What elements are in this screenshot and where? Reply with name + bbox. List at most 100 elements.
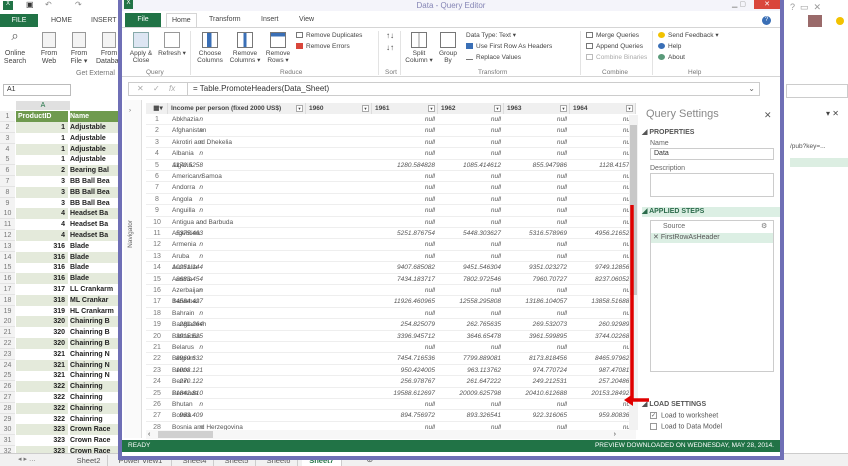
- avatar[interactable]: [808, 15, 822, 27]
- name-cell[interactable]: HL Crankarm: [70, 306, 120, 317]
- excel-row[interactable]: 7 3 BB Ball Bea: [0, 176, 120, 187]
- excel-row[interactable]: 14 316 Blade: [0, 251, 120, 263]
- tab-view[interactable]: View: [294, 13, 319, 27]
- value-cell[interactable]: null: [372, 114, 438, 125]
- value-cell[interactable]: n: [146, 114, 206, 125]
- online-search-button[interactable]: ⌕ Online Search: [2, 29, 28, 66]
- append-queries-button[interactable]: Append Queries: [586, 43, 643, 51]
- value-cell[interactable]: n: [146, 342, 206, 353]
- name-cell[interactable]: Chainring: [70, 402, 120, 414]
- value-cell[interactable]: null: [438, 205, 504, 216]
- table-row[interactable]: 28 Bosnia and Herzegovina null null null null…: [146, 422, 636, 430]
- value-cell[interactable]: null: [438, 125, 504, 136]
- product-id-cell[interactable]: 2: [16, 165, 68, 177]
- value-cell[interactable]: null: [438, 251, 504, 262]
- product-id-cell[interactable]: 3: [16, 198, 68, 209]
- remove-rows-button[interactable]: Remove Rows ▾: [264, 32, 292, 64]
- value-cell[interactable]: 13186.104057: [504, 296, 570, 307]
- value-cell[interactable]: null: [504, 308, 570, 319]
- value-cell[interactable]: null: [504, 217, 570, 228]
- sort-ascending-button[interactable]: ↑↓: [386, 32, 394, 40]
- excel-row[interactable]: 25 321 Chainring N: [0, 370, 120, 382]
- from-file-button[interactable]: From File ▾: [66, 32, 92, 66]
- data-type-dropdown[interactable]: Data Type: Text ▾: [466, 32, 516, 40]
- product-id-cell[interactable]: 1: [16, 122, 68, 133]
- apply-close-button[interactable]: Apply & Close: [126, 32, 156, 64]
- value-cell[interactable]: null: [438, 171, 504, 182]
- name-cell[interactable]: Chainring B: [70, 338, 120, 349]
- value-cell[interactable]: 1280.584828: [372, 160, 438, 171]
- name-cell[interactable]: BB Ball Bea: [70, 176, 120, 187]
- value-cell[interactable]: null: [504, 251, 570, 262]
- table-row[interactable]: 8 Angola null null null null n: [146, 194, 636, 206]
- value-cell[interactable]: n: [146, 285, 206, 296]
- value-cell[interactable]: 894.756972: [372, 410, 438, 421]
- value-cell[interactable]: 959.808368: [570, 410, 636, 421]
- value-cell[interactable]: null: [372, 251, 438, 262]
- load-to-worksheet-checkbox[interactable]: ✓ Load to worksheet: [650, 412, 718, 419]
- value-cell[interactable]: n: [146, 182, 206, 193]
- checkbox-unchecked[interactable]: [650, 423, 657, 430]
- value-cell[interactable]: null: [372, 194, 438, 205]
- value-cell[interactable]: n: [146, 422, 206, 430]
- excel-row[interactable]: 17 317 LL Crankarm: [0, 284, 120, 295]
- step-source[interactable]: Source: [663, 223, 685, 230]
- value-cell[interactable]: null: [372, 239, 438, 250]
- expand-formula-icon[interactable]: ⌄: [748, 83, 755, 95]
- product-id-cell[interactable]: 4: [16, 208, 68, 220]
- name-cell[interactable]: BB Ball Bea: [70, 198, 120, 209]
- name-cell[interactable]: Adjustable: [70, 143, 120, 155]
- value-cell[interactable]: 9351.023272: [504, 262, 570, 273]
- value-cell[interactable]: 19588.612697: [372, 388, 438, 399]
- filter-dropdown-icon[interactable]: ▼: [626, 105, 633, 112]
- column-header[interactable]: 1961 ▼: [372, 103, 438, 114]
- table-row[interactable]: 13 Aruba null null null null n: [146, 251, 636, 263]
- product-id-cell[interactable]: 321: [16, 370, 68, 381]
- value-cell[interactable]: 270.122: [146, 376, 206, 387]
- value-cell[interactable]: n: [146, 137, 206, 148]
- value-cell[interactable]: 893.326541: [438, 410, 504, 421]
- value-cell[interactable]: null: [504, 205, 570, 216]
- formula-bar[interactable]: ✕ ✓ fx = Table.PromoteHeaders(Data_Sheet…: [128, 82, 760, 96]
- help-icon[interactable]: ?: [762, 16, 771, 25]
- value-cell[interactable]: null: [438, 114, 504, 125]
- value-cell[interactable]: null: [372, 399, 438, 410]
- checkbox-checked[interactable]: ✓: [650, 412, 657, 419]
- load-to-data-model-checkbox[interactable]: Load to Data Model: [650, 423, 722, 430]
- name-cell[interactable]: Blade: [70, 273, 120, 285]
- excel-tab-insert[interactable]: INSERT: [85, 14, 123, 27]
- value-cell[interactable]: 855.947986: [504, 160, 570, 171]
- table-row[interactable]: 19 Bangladesh 254.825079 262.765635 269.5320…: [146, 319, 636, 331]
- filter-dropdown-icon[interactable]: ▼: [428, 105, 435, 112]
- table-row[interactable]: 16 Azerbaijan null null null null n: [146, 285, 636, 297]
- product-id-cell[interactable]: 318: [16, 294, 68, 306]
- product-id-cell[interactable]: 321: [16, 349, 68, 360]
- value-cell[interactable]: 5375.463: [146, 228, 206, 239]
- use-first-row-headers-button[interactable]: Use First Row As Headers: [466, 43, 552, 51]
- value-cell[interactable]: 256.978767: [372, 376, 438, 387]
- excel-row[interactable]: 6 2 Bearing Bal: [0, 165, 120, 177]
- value-cell[interactable]: 1003.121: [146, 365, 206, 376]
- name-cell[interactable]: Blade: [70, 262, 120, 273]
- value-cell[interactable]: 7960.70727: [504, 274, 570, 285]
- window-controls[interactable]: ? ▭ ✕: [790, 2, 821, 13]
- value-cell[interactable]: 983.409: [146, 410, 206, 421]
- hscroll-thumb[interactable]: [158, 431, 213, 438]
- excel-row[interactable]: 21 320 Chainring B: [0, 327, 120, 339]
- value-cell[interactable]: n: [146, 125, 206, 136]
- product-id-cell[interactable]: 323: [16, 446, 68, 453]
- value-cell[interactable]: n: [146, 217, 206, 228]
- product-id-cell[interactable]: 317: [16, 284, 68, 295]
- applied-steps-section[interactable]: ◢ APPLIED STEPS: [642, 207, 780, 217]
- table-row[interactable]: 26 Bhutan null null null null n: [146, 399, 636, 411]
- value-cell[interactable]: null: [372, 148, 438, 159]
- name-cell[interactable]: ML Crankar: [70, 294, 120, 306]
- name-cell[interactable]: Headset Ba: [70, 230, 120, 241]
- excel-row[interactable]: 23 321 Chainring N: [0, 348, 120, 360]
- excel-tab-home[interactable]: HOME: [45, 14, 78, 27]
- excel-row[interactable]: 26 322 Chainring: [0, 381, 120, 393]
- value-cell[interactable]: n: [146, 399, 206, 410]
- productid-header[interactable]: ProductID: [16, 111, 68, 122]
- column-header[interactable]: 1963 ▼: [504, 103, 570, 114]
- table-row[interactable]: 9 Anguilla null null null null n: [146, 205, 636, 217]
